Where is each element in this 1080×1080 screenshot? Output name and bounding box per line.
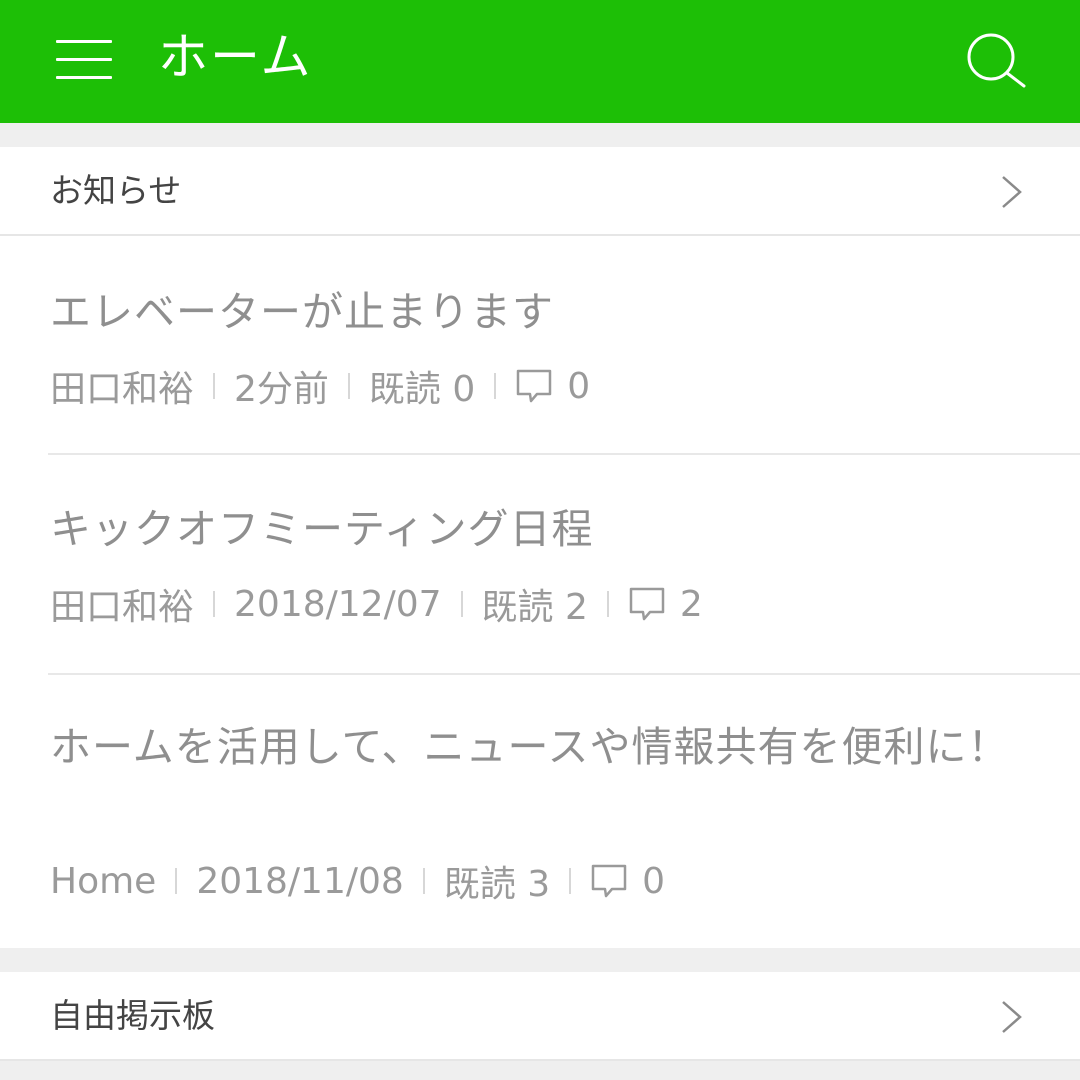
comment-icon: [515, 367, 553, 405]
meta-separator: [175, 868, 178, 894]
page-title: ホーム: [158, 28, 313, 86]
comment-icon: [590, 862, 628, 900]
meta-separator: [460, 591, 463, 617]
post-author: Home: [50, 860, 157, 902]
divider: [0, 1059, 1080, 1061]
read-count: 既読 3: [443, 864, 551, 905]
meta-separator: [494, 373, 497, 399]
chevron-right-icon: [1000, 175, 1024, 209]
post-date: 2分前: [234, 369, 329, 410]
read-count: 既読 0: [368, 369, 476, 410]
chevron-right-icon: [1000, 1000, 1024, 1034]
announcement-list: エレベーターが止まります 田口和裕 2分前 既読 0 0 キックオフミーティング…: [0, 236, 1080, 948]
section-header-announcements[interactable]: お知らせ: [0, 147, 1080, 235]
comment-count: 2: [679, 583, 703, 625]
app-header: ホーム: [0, 0, 1080, 123]
post-title: ホームを活用して、ニュースや情報共有を便利に！: [50, 723, 1010, 771]
section-title: お知らせ: [50, 171, 182, 210]
post-title: エレベーターが止まります: [50, 288, 554, 336]
post-meta: 田口和裕 2分前 既読 0 0: [50, 361, 590, 411]
meta-separator: [606, 591, 609, 617]
hamburger-icon[interactable]: [56, 38, 112, 82]
meta-separator: [422, 868, 425, 894]
post-title: キックオフミーティング日程: [50, 505, 594, 553]
comment-count: 0: [642, 860, 666, 902]
search-icon[interactable]: [964, 30, 1030, 90]
meta-separator: [569, 868, 572, 894]
post-meta: Home 2018/11/08 既読 3 0: [50, 856, 665, 906]
meta-separator: [213, 591, 216, 617]
post-date: 2018/12/07: [234, 583, 442, 625]
section-title: 自由掲示板: [50, 996, 215, 1035]
read-count: 既読 2: [481, 587, 588, 628]
comment-icon: [628, 585, 666, 623]
post-author: 田口和裕: [50, 587, 195, 628]
meta-separator: [347, 373, 350, 399]
post-meta: 田口和裕 2018/12/07 既読 2 2: [50, 579, 703, 629]
app: ホーム お知らせ エレベーターが止まります 田口和裕 2分前 既読 0 0 キッ…: [0, 0, 1080, 1080]
section-header-board[interactable]: 自由掲示板: [0, 972, 1080, 1060]
post-author: 田口和裕: [50, 369, 195, 410]
post-date: 2018/11/08: [196, 860, 404, 902]
list-item[interactable]: エレベーターが止まります 田口和裕 2分前 既読 0 0: [0, 236, 1080, 454]
list-item[interactable]: ホームを活用して、ニュースや情報共有を便利に！ Home 2018/11/08 …: [0, 675, 1080, 948]
list-item[interactable]: キックオフミーティング日程 田口和裕 2018/12/07 既読 2 2: [0, 455, 1080, 673]
comment-count: 0: [567, 365, 591, 407]
meta-separator: [213, 373, 216, 399]
